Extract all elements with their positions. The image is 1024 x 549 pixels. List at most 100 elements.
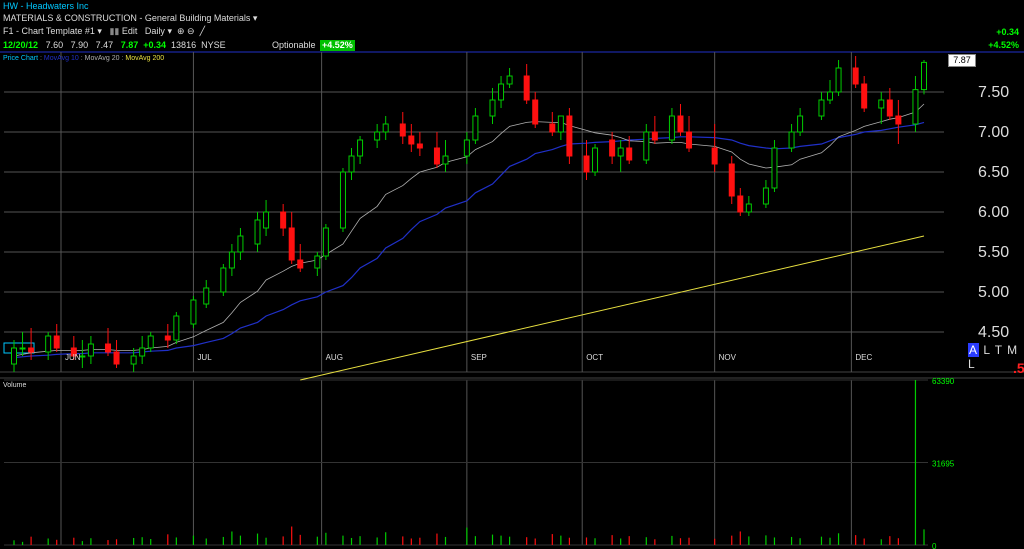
price-tick-label: 7.00 [978,124,1009,141]
altml-a-button[interactable]: A [968,343,980,357]
ma200-line [300,235,925,381]
candle-body [113,351,120,365]
draw-line-icon[interactable]: ╱ [200,26,205,36]
candle-body [399,123,406,137]
candle-body [374,131,381,141]
candle-body [677,115,684,133]
month-label: JUN [65,353,81,362]
ma10-line [13,121,925,359]
candle-body [297,259,304,269]
candle-body [190,299,197,325]
candle-body [237,235,244,253]
quote-low: 7.47 [95,40,114,50]
candle-body [348,155,355,173]
candle-body [147,335,154,349]
candle-body [164,335,171,341]
candle-body [728,163,735,197]
candle-body [130,355,137,365]
candle-body [523,75,530,101]
edit-button[interactable]: Edit [122,26,138,36]
sector-line[interactable]: MATERIALS & CONSTRUCTION - General Build… [3,13,257,24]
candle-body [617,147,624,157]
quote-change: +0.34 [143,40,167,50]
candle-body [651,131,658,141]
month-label: JUL [197,353,212,362]
stock-chart[interactable]: 7.50 7.00 6.50 6.00 5.50 5.00 4.50 63390 31695 0… [0,0,1024,549]
candle-body [921,61,927,91]
candle-body [609,139,616,157]
candle-body [711,147,718,165]
legend-ma200: MovAvg 200 [125,55,165,62]
candle-body [408,135,415,145]
period-label: Daily [144,26,165,36]
right-change: +0.34 [996,27,1019,37]
candle-body [835,67,842,93]
candle-body [762,187,769,205]
last-price-marker: 7.87 [948,54,976,67]
candle-body [28,347,35,353]
toolbar: F1 - Chart Template #1 ▾ ▮▮ Edit Daily ▾… [3,26,205,37]
footer-mark: .5 [1013,360,1024,376]
candle-body [53,335,60,349]
month-label: AUG [326,353,343,362]
quote-exchange: NYSE [201,40,226,50]
symbol: HW [3,1,18,11]
candle-body [852,67,859,85]
candle-body [173,315,180,341]
candle-body [228,251,235,269]
zoom-in-icon[interactable]: ⊕ [177,26,185,36]
change-pct-badge: +4.52% [320,40,355,51]
legend-ma20: MovAvg 20 [84,55,120,62]
candle-body [626,147,633,161]
candle-body [557,115,564,133]
price-tick-label: 5.00 [978,284,1009,301]
chevron-down-icon: ▾ [167,26,172,36]
quote-line: 12/20/12 7.60 7.90 7.47 7.87 +0.34 13816… [3,40,226,51]
candles [11,56,927,372]
month-label: OCT [586,353,603,362]
candle-body [532,99,539,125]
candle-body [254,219,261,245]
chevron-down-icon: ▾ [97,26,102,36]
candle-body [280,211,287,229]
candle-body [827,91,834,101]
candle-body [592,147,599,173]
sector-label: MATERIALS & CONSTRUCTION - General Build… [3,13,251,23]
price-tick-label: 4.50 [978,324,1009,341]
quote-open: 7.60 [45,40,64,50]
candle-body [382,123,389,133]
volume-label: Volume [3,382,27,389]
candle-body [506,75,513,85]
candle-body [220,267,227,293]
right-change-pct: +4.52% [988,40,1019,50]
price-axis-labels: 7.50 7.00 6.50 6.00 5.50 5.00 4.50 [978,84,1009,341]
month-label: DEC [855,353,872,362]
price-tick-label: 6.50 [978,164,1009,181]
candle-body [442,155,449,165]
candle-body [104,343,111,353]
volume-axis-labels: 63390 31695 0 [932,377,955,549]
candle-body [339,171,346,229]
period-dropdown[interactable]: Daily ▾ [145,26,172,36]
candle-body [583,155,590,173]
candle-body [139,347,146,357]
price-tick-label: 5.50 [978,244,1009,261]
quote-high: 7.90 [70,40,89,50]
candle-body [745,203,752,213]
candle-body [322,227,329,257]
candle-body [771,147,778,189]
candle-body [886,99,893,117]
candle-body [433,147,440,165]
volume-tick-label: 63390 [932,377,955,386]
template-label: F1 - Chart Template #1 [3,26,95,36]
candle-body [288,227,295,261]
candle-body [861,83,868,109]
legend: Price Chart : MovAvg 10 : MovAvg 20 : Mo… [3,55,165,62]
company-name: Headwaters Inc [26,1,89,11]
template-dropdown[interactable]: F1 - Chart Template #1 ▾ [3,26,102,36]
candle-body [357,139,364,157]
candle-body [489,99,496,117]
zoom-out-icon[interactable]: ⊖ [187,26,195,36]
candle-body [472,115,479,141]
chevron-down-icon: ▾ [252,13,258,23]
